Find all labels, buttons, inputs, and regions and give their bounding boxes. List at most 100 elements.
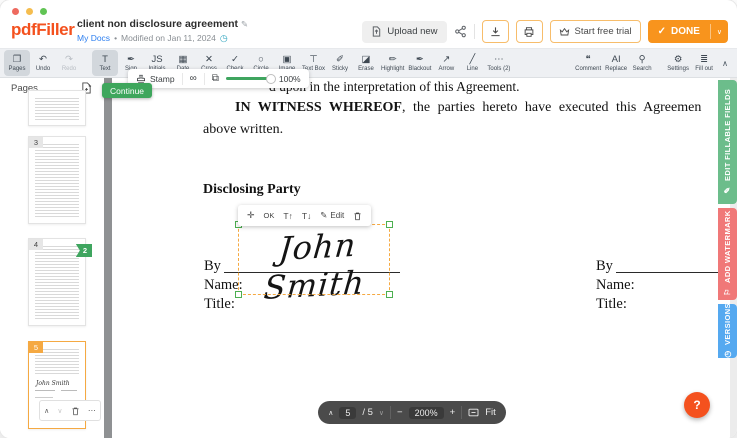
window-controls bbox=[12, 8, 47, 15]
previous-page-button[interactable]: ∧ bbox=[328, 409, 333, 417]
tool-text[interactable]: TText bbox=[92, 50, 118, 76]
image-icon: ▣ bbox=[283, 54, 292, 65]
page-thumbnail-2[interactable] bbox=[28, 90, 86, 126]
by-label-right: By bbox=[596, 258, 613, 275]
thumb-signature: John Smith bbox=[36, 380, 70, 387]
fit-button[interactable]: Fit bbox=[485, 407, 496, 418]
tool-undo[interactable]: ↶Undo bbox=[30, 50, 56, 76]
document-header: client non disclosure agreement✎ My Docs… bbox=[77, 17, 248, 44]
tool-blackout[interactable]: ✒Blackout bbox=[406, 50, 433, 76]
check-icon: ✓ bbox=[231, 54, 239, 65]
print-button[interactable] bbox=[516, 20, 543, 43]
page-move-down-button[interactable]: ∨ bbox=[57, 407, 62, 415]
zoom-level[interactable]: 200% bbox=[409, 407, 444, 419]
cross-icon: ✕ bbox=[205, 54, 213, 65]
slider-knob[interactable] bbox=[266, 74, 276, 84]
edit-pencil-icon: ✎ bbox=[320, 210, 327, 221]
zoom-out-button[interactable]: − bbox=[397, 407, 403, 418]
title-label-right: Title: bbox=[596, 296, 627, 313]
tool-pages[interactable]: ❐Pages bbox=[4, 50, 30, 76]
page-more-options-button[interactable]: ⋯ bbox=[88, 406, 96, 415]
zoom-in-button[interactable]: + bbox=[450, 407, 456, 418]
text-icon: T bbox=[102, 54, 108, 65]
search-icon: ⚲ bbox=[639, 54, 646, 65]
page-zoom-bar: ∧ 5 / 5 ∨ − 200% + Fit bbox=[318, 401, 506, 424]
tool-replace[interactable]: AIReplace bbox=[603, 50, 629, 76]
fill-out-label: Fill out bbox=[695, 66, 713, 73]
done-dropdown-caret[interactable]: ∨ bbox=[711, 20, 728, 43]
link-button[interactable]: ∞ bbox=[190, 73, 197, 84]
tool-erase[interactable]: ◪Erase bbox=[353, 50, 379, 76]
initials-icon: JS bbox=[151, 54, 162, 65]
document-page: d upon in the interpretation of this Agr… bbox=[112, 78, 729, 438]
page-number-4: 4 bbox=[29, 239, 43, 250]
title-label-left: Title: bbox=[204, 296, 235, 313]
copy-button[interactable]: ⧉ bbox=[212, 73, 219, 84]
sign-icon: ✒ bbox=[127, 54, 135, 65]
fill-out-icon: ≣ bbox=[700, 54, 708, 65]
ok-button[interactable]: OK bbox=[264, 211, 275, 220]
tool-settings[interactable]: ⚙Settings bbox=[665, 50, 691, 76]
tool-fill-out[interactable]: ≣Fill out bbox=[691, 50, 717, 76]
edit-signature-button[interactable]: ✎Edit bbox=[320, 210, 344, 221]
breadcrumb-my-docs[interactable]: My Docs bbox=[77, 32, 110, 44]
next-page-button[interactable]: ∨ bbox=[379, 409, 384, 417]
tool-comment[interactable]: ❝Comment bbox=[573, 50, 603, 76]
tool-arrow[interactable]: ↗Arrow bbox=[433, 50, 459, 76]
page-thumbnail-4[interactable]: 4 2 bbox=[28, 238, 86, 326]
highlight-label: Highlight bbox=[381, 66, 404, 73]
pdffiller-logo[interactable]: pdfFiller bbox=[11, 20, 74, 40]
breadcrumb-dot: • bbox=[114, 32, 117, 44]
edit-fillable-fields-icon: ✎ bbox=[723, 186, 732, 195]
stamp-button[interactable]: Stamp bbox=[136, 74, 175, 84]
tool-highlight[interactable]: ✏Highlight bbox=[379, 50, 406, 76]
tool-sticky[interactable]: ✐Sticky bbox=[327, 50, 353, 76]
download-button[interactable] bbox=[482, 20, 509, 43]
signature-selection-box[interactable] bbox=[238, 224, 390, 295]
redo-icon: ↷ bbox=[65, 54, 73, 65]
crown-icon bbox=[559, 27, 570, 37]
share-icon[interactable] bbox=[454, 25, 467, 38]
replace-icon: AI bbox=[612, 54, 621, 65]
page-number-3: 3 bbox=[29, 137, 43, 148]
resize-handle[interactable] bbox=[386, 221, 393, 228]
rename-icon[interactable]: ✎ bbox=[241, 19, 248, 29]
signature-toolbar: ✛ OK T↑ T↓ ✎Edit bbox=[238, 205, 371, 226]
minimize-window-button[interactable] bbox=[26, 8, 33, 15]
start-free-trial-button[interactable]: Start free trial bbox=[550, 20, 641, 43]
resize-handle[interactable] bbox=[235, 291, 242, 298]
done-button[interactable]: ✓ DONE ∨ bbox=[648, 20, 728, 43]
tab-edit-fillable-fields[interactable]: ✎EDIT FILLABLE FIELDS bbox=[718, 80, 737, 204]
resize-handle[interactable] bbox=[386, 291, 393, 298]
delete-signature-icon[interactable] bbox=[353, 211, 362, 221]
upload-new-button[interactable]: Upload new bbox=[362, 21, 446, 43]
tab-add-watermark[interactable]: ⚐ADD WATERMARK bbox=[718, 208, 737, 300]
app-window: pdfFiller client non disclosure agreemen… bbox=[0, 0, 737, 438]
versions-icon: ◷ bbox=[723, 350, 732, 359]
help-button[interactable]: ? bbox=[684, 392, 710, 418]
font-increase-button[interactable]: T↑ bbox=[283, 211, 292, 221]
size-slider[interactable] bbox=[226, 77, 272, 80]
tab-versions[interactable]: ◷VERSIONS bbox=[718, 304, 737, 358]
delete-page-icon[interactable] bbox=[71, 406, 80, 416]
page-move-up-button[interactable]: ∧ bbox=[44, 407, 49, 415]
toolbar-collapse-button[interactable]: ∧ bbox=[717, 59, 733, 68]
zoom-window-button[interactable] bbox=[40, 8, 47, 15]
comment-icon: ❝ bbox=[586, 54, 591, 65]
tool-tools-2[interactable]: ⋯Tools (2) bbox=[485, 50, 512, 76]
page-thumbnail-3[interactable]: 3 bbox=[28, 136, 86, 224]
font-decrease-button[interactable]: T↓ bbox=[302, 211, 311, 221]
fit-icon[interactable] bbox=[468, 408, 479, 417]
tool-line[interactable]: ╱Line bbox=[459, 50, 485, 76]
pages-label: Pages bbox=[8, 66, 25, 73]
current-page-input[interactable]: 5 bbox=[339, 407, 356, 419]
sidebar-scrollbar[interactable] bbox=[104, 78, 112, 438]
sticky-icon: ✐ bbox=[336, 54, 344, 65]
history-clock-icon[interactable]: ◷ bbox=[220, 32, 228, 44]
tool-search[interactable]: ⚲Search bbox=[629, 50, 655, 76]
tool-redo[interactable]: ↷Redo bbox=[56, 50, 82, 76]
continue-button[interactable]: Continue bbox=[102, 83, 152, 98]
close-window-button[interactable] bbox=[12, 8, 19, 15]
move-icon[interactable]: ✛ bbox=[247, 210, 255, 221]
settings-label: Settings bbox=[667, 66, 689, 73]
